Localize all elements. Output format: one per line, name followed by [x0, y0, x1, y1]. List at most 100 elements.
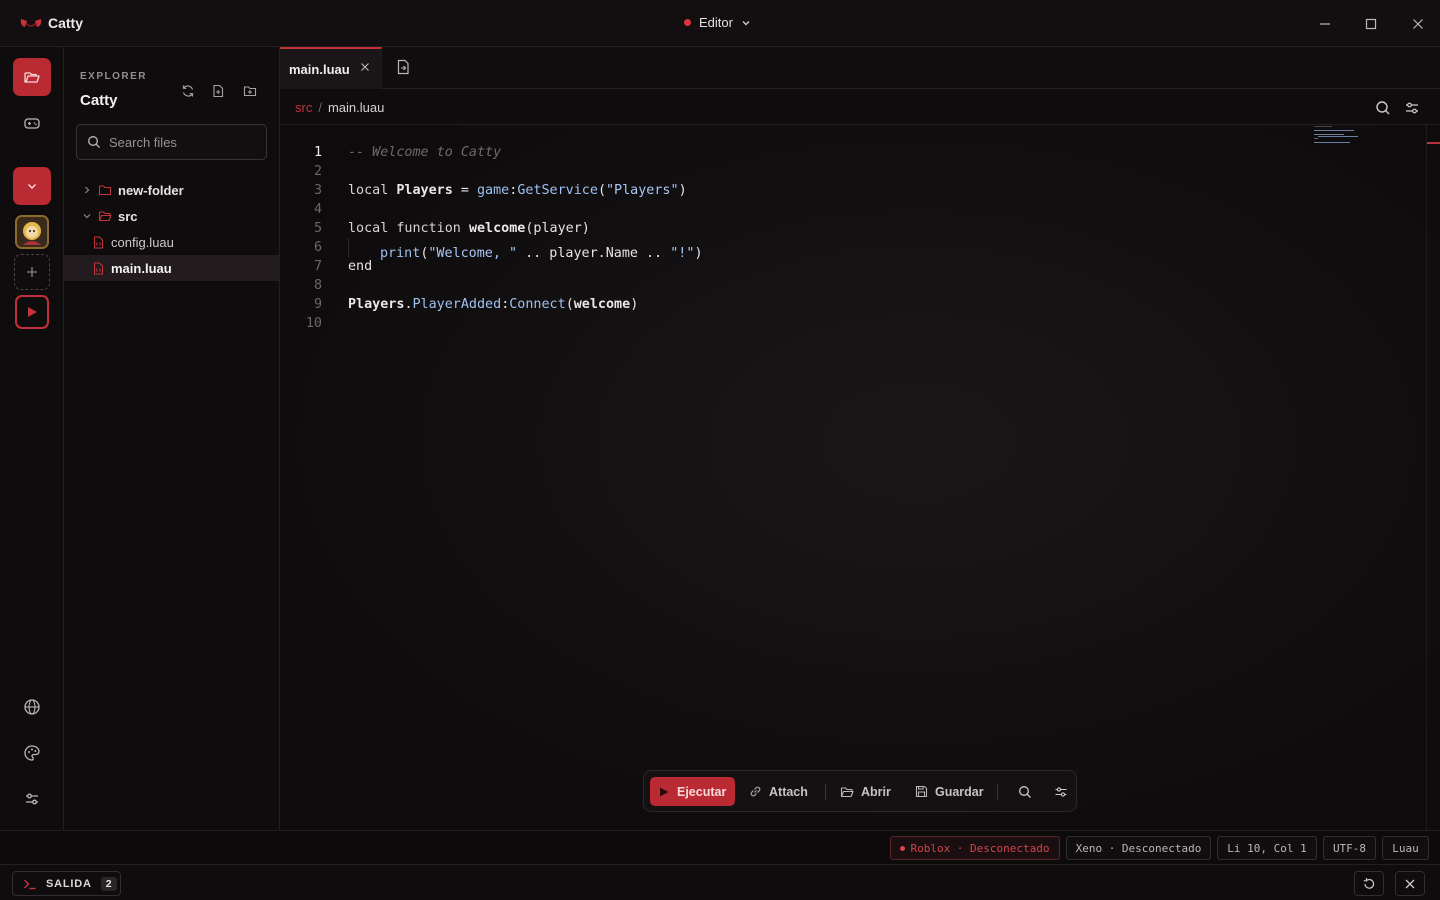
folder-icon: [23, 68, 41, 86]
open-label: Abrir: [861, 784, 891, 799]
run-button[interactable]: Ejecutar: [650, 777, 735, 806]
explorer-eyebrow: EXPLORER: [80, 71, 148, 82]
collapse-workspaces-button[interactable]: [13, 167, 51, 205]
line-number: 7: [313, 259, 322, 274]
line-number: 6: [313, 240, 322, 255]
tree-file-config[interactable]: config.luau: [64, 229, 279, 255]
new-folder-button[interactable]: [240, 81, 260, 101]
explorer-title: Catty: [80, 92, 118, 109]
file-search: [76, 124, 267, 160]
minimap[interactable]: [1314, 126, 1374, 148]
status-dot: [900, 845, 906, 851]
game-activity-button[interactable]: [13, 104, 51, 142]
reset-output-button[interactable]: [1354, 871, 1384, 896]
new-file-button[interactable]: [208, 81, 228, 101]
editor-settings-button[interactable]: [1402, 98, 1422, 118]
tree-folder-src[interactable]: src: [64, 203, 279, 229]
activity-bar: [0, 47, 64, 830]
line-number: 4: [313, 202, 322, 217]
chevron-down-icon: [82, 211, 92, 221]
breadcrumb-file[interactable]: main.luau: [328, 100, 384, 115]
sliders-icon: [23, 790, 41, 808]
new-tab-icon[interactable]: [395, 59, 411, 75]
play-icon: [658, 786, 670, 798]
breadcrumb: src / main.luau: [295, 100, 384, 115]
breadcrumb-folder[interactable]: src: [295, 100, 312, 115]
refresh-button[interactable]: [178, 81, 198, 101]
play-workspace-button[interactable]: [15, 295, 49, 329]
close-window-button[interactable]: [1406, 12, 1430, 36]
divider: [825, 784, 826, 800]
line-number: 8: [313, 278, 322, 293]
chevron-right-icon: [82, 185, 92, 195]
tree-file-main[interactable]: main.luau: [64, 255, 279, 281]
theme-activity-button[interactable]: [13, 734, 51, 772]
plus-icon: [25, 265, 39, 279]
roblox-status-badge[interactable]: Roblox · Desconectado: [890, 836, 1060, 860]
code-line: 10: [290, 314, 703, 333]
output-toggle[interactable]: SALIDA 2: [12, 871, 121, 896]
code-file-icon: [92, 262, 105, 275]
save-button[interactable]: Guardar: [907, 777, 992, 806]
code-file-icon: [92, 236, 105, 249]
divider: [997, 784, 998, 800]
globe-icon: [23, 698, 41, 716]
maximize-button[interactable]: [1359, 12, 1383, 36]
code-text: print("Welcome, " .. player.Name .. "!"): [348, 238, 703, 261]
add-workspace-button[interactable]: [14, 254, 50, 290]
close-output-button[interactable]: [1395, 871, 1425, 896]
code-line: 8: [290, 276, 703, 295]
breadcrumb-bar: src / main.luau: [280, 89, 1440, 125]
search-icon: [1018, 785, 1032, 799]
language-text: Luau: [1392, 841, 1419, 855]
code-text: end: [348, 259, 373, 274]
tree-item-label: main.luau: [111, 260, 172, 276]
code-line: 3 local Players = game:GetService("Playe…: [290, 181, 703, 200]
search-icon: [87, 135, 101, 149]
catty-logo-icon: [19, 15, 43, 31]
mode-switcher[interactable]: Editor: [684, 15, 751, 30]
search-files-input[interactable]: [109, 134, 259, 150]
attach-button[interactable]: Attach: [741, 777, 816, 806]
code-line: 5 local function welcome(player): [290, 219, 703, 238]
minimize-button[interactable]: [1313, 12, 1337, 36]
save-label: Guardar: [935, 784, 984, 799]
folder-open-icon: [840, 785, 854, 799]
code-editor[interactable]: 1 -- Welcome to Catty 2 3 local Players …: [290, 143, 703, 333]
language-badge[interactable]: Luau: [1382, 836, 1429, 860]
app-title: Catty: [48, 15, 84, 31]
editor-scrollbar[interactable]: [1426, 125, 1427, 830]
options-button[interactable]: [1046, 777, 1076, 806]
globe-activity-button[interactable]: [13, 688, 51, 726]
output-panel-bar: SALIDA 2: [0, 864, 1440, 900]
code-line: 6 print("Welcome, " .. player.Name .. "!…: [290, 238, 703, 261]
sliders-icon: [1404, 100, 1420, 116]
cursor-position[interactable]: Li 10, Col 1: [1217, 836, 1317, 860]
tree-item-label: config.luau: [111, 234, 174, 250]
rotate-icon: [1362, 877, 1376, 891]
close-icon: [1404, 878, 1416, 890]
code-line: 4: [290, 200, 703, 219]
encoding-badge[interactable]: UTF-8: [1323, 836, 1376, 860]
floating-action-bar: Ejecutar Attach Abrir Guardar: [643, 770, 1077, 812]
settings-activity-button[interactable]: [13, 780, 51, 818]
encoding-text: UTF-8: [1332, 841, 1367, 855]
close-tab-icon[interactable]: [359, 61, 371, 73]
code-text: local function welcome(player): [348, 221, 590, 236]
palette-icon: [23, 744, 41, 762]
mode-status-dot: [684, 19, 691, 26]
explorer-activity-button[interactable]: [13, 58, 51, 96]
output-count-badge: 2: [100, 876, 117, 891]
search-button[interactable]: [1010, 777, 1040, 806]
roblox-status-text: Roblox · Desconectado: [910, 841, 1050, 855]
xeno-status-badge[interactable]: Xeno · Desconectado: [1066, 836, 1211, 860]
new-folder-icon: [243, 84, 257, 98]
line-number: 1: [313, 145, 322, 160]
tree-folder-new-folder[interactable]: new-folder: [64, 177, 279, 203]
avatar[interactable]: [15, 215, 49, 249]
open-button[interactable]: Abrir: [832, 777, 899, 806]
tree-item-label: src: [118, 208, 138, 224]
title-bar: Catty Editor: [0, 0, 1440, 47]
find-button[interactable]: [1373, 98, 1393, 118]
line-number: 3: [313, 183, 322, 198]
